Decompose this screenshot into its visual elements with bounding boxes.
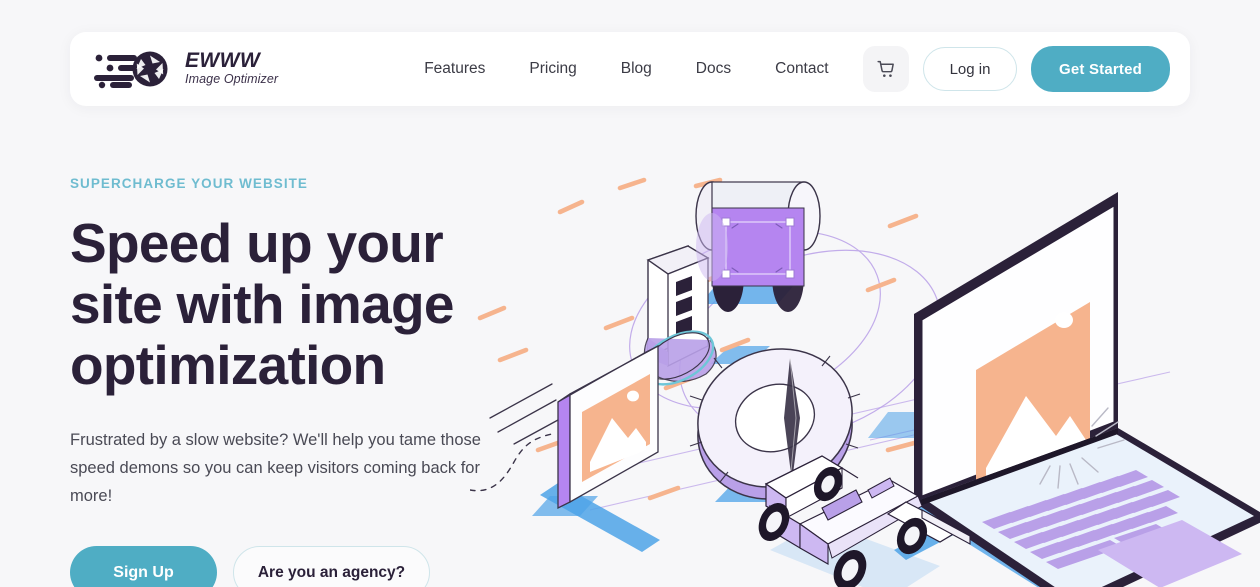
nav-item-features[interactable]: Features <box>424 60 485 78</box>
dashed-trajectory <box>470 433 553 492</box>
nav-item-blog[interactable]: Blog <box>621 60 652 78</box>
shopping-cart-icon <box>876 59 897 80</box>
isometric-image-optimization-illustration <box>470 150 1260 587</box>
page-title: Speed up your site with image optimizati… <box>70 213 510 396</box>
hero-section: SUPERCHARGE YOUR WEBSITE Speed up your s… <box>70 176 510 587</box>
site-header: EWWW Image Optimizer Features Pricing Bl… <box>70 32 1190 106</box>
brand-wordmark: EWWW Image Optimizer <box>185 50 278 88</box>
hero-eyebrow: SUPERCHARGE YOUR WEBSITE <box>70 176 308 191</box>
agency-button[interactable]: Are you an agency? <box>233 546 430 587</box>
nav-item-pricing[interactable]: Pricing <box>529 60 576 78</box>
speed-aperture-icon <box>90 49 176 89</box>
brand-tagline: Image Optimizer <box>185 72 279 87</box>
floating-framed-image <box>470 344 659 510</box>
cart-button[interactable] <box>863 46 909 92</box>
nav-item-contact[interactable]: Contact <box>775 60 828 78</box>
hero-cta-group: Sign Up Are you an agency? <box>70 546 510 587</box>
brand-logo[interactable]: EWWW Image Optimizer <box>90 49 278 89</box>
hero-title-line-1: Speed up your <box>70 212 444 274</box>
nav-item-docs[interactable]: Docs <box>696 60 731 78</box>
login-button[interactable]: Log in <box>923 47 1017 91</box>
sign-up-button[interactable]: Sign Up <box>70 546 217 587</box>
hero-title-line-3: optimization <box>70 334 386 396</box>
header-actions: Log in Get Started <box>863 46 1170 92</box>
hero-title-line-2: site with image <box>70 273 454 335</box>
hero-subtitle: Frustrated by a slow website? We'll help… <box>70 431 481 505</box>
primary-navigation: Features Pricing Blog Docs Contact <box>424 60 828 78</box>
get-started-button[interactable]: Get Started <box>1031 46 1170 92</box>
brand-name: EWWW <box>185 49 261 73</box>
